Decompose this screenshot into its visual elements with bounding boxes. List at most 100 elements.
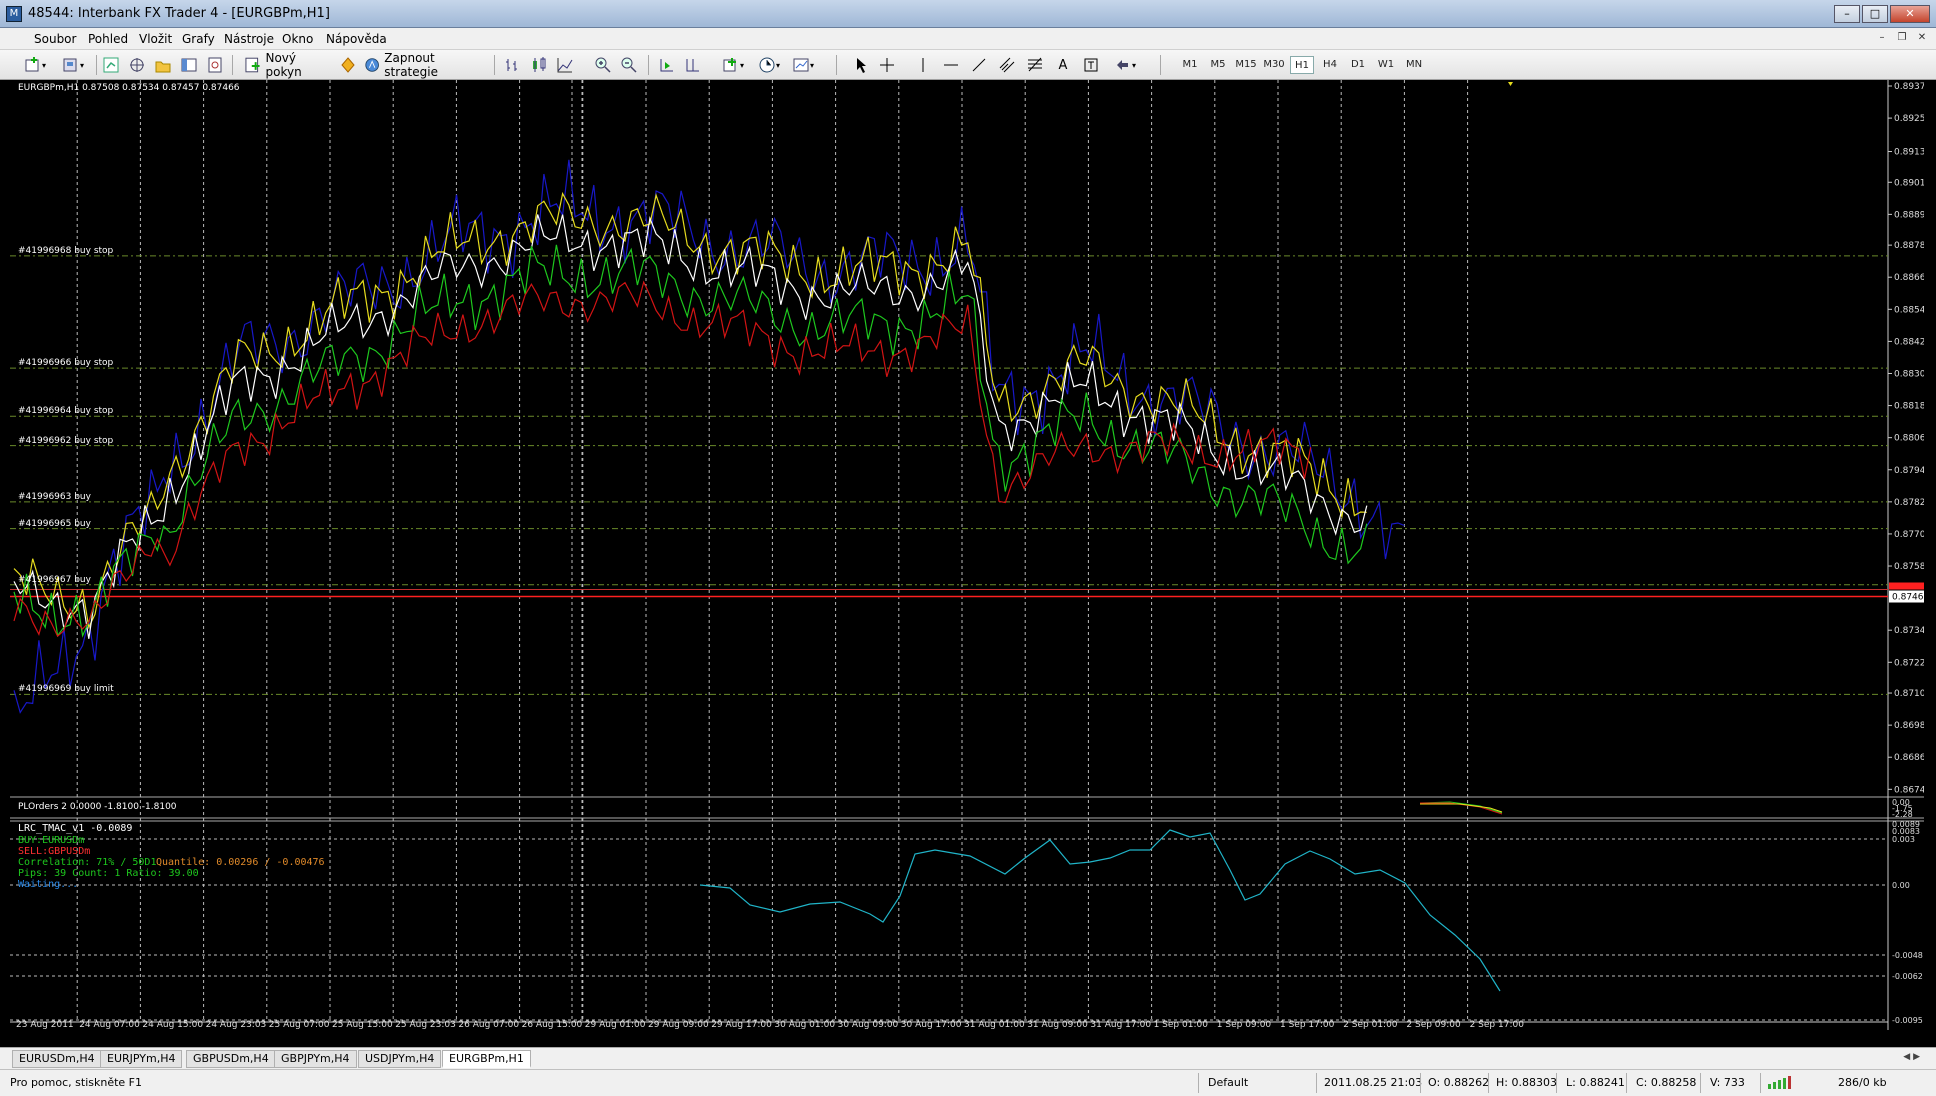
zoom-in-icon xyxy=(595,57,611,73)
templates-button[interactable]: ▾ xyxy=(788,55,818,75)
crosshair-tool-button[interactable] xyxy=(876,55,898,75)
price-axis-label: 0.87340 xyxy=(1894,626,1924,636)
metaeditor-button[interactable] xyxy=(338,55,358,75)
menu-nastroje[interactable]: Nástroje xyxy=(224,32,274,46)
new-chart-icon xyxy=(25,57,39,72)
doc-restore-button[interactable]: ❐ xyxy=(1894,31,1910,46)
tab-eurjpym-h4[interactable]: EURJPYm,H4 xyxy=(100,1050,183,1068)
connection-status-icon[interactable] xyxy=(1768,1076,1798,1089)
market-watch-button[interactable] xyxy=(100,55,122,75)
time-axis-label: 2 Sep 01:00 xyxy=(1343,1020,1398,1030)
order-label[interactable]: #41996969 buy limit xyxy=(18,684,114,694)
tab-eurgbpm-h1[interactable]: EURGBPm,H1 xyxy=(442,1050,531,1068)
navigator-icon xyxy=(130,58,144,72)
candlestick-icon xyxy=(533,57,546,72)
zoom-out-button[interactable] xyxy=(618,55,640,75)
line-chart-button[interactable] xyxy=(554,55,576,75)
price-axis-label: 0.87700 xyxy=(1894,530,1924,540)
terminal-button[interactable] xyxy=(178,55,200,75)
close-button[interactable]: ✕ xyxy=(1890,5,1930,23)
vertical-line-button[interactable] xyxy=(912,55,934,75)
doc-minimize-button[interactable]: – xyxy=(1874,31,1890,46)
time-axis-label: 23 Aug 2011 xyxy=(16,1020,74,1030)
price-axis-label: 0.89255 xyxy=(1894,114,1924,124)
order-label[interactable]: #41996963 buy xyxy=(18,492,91,502)
timeframe-m15[interactable]: M15 xyxy=(1234,56,1258,74)
indicators-button[interactable]: ▾ xyxy=(716,55,750,75)
chart-shift-button[interactable] xyxy=(682,55,704,75)
horizontal-line-button[interactable] xyxy=(940,55,962,75)
menu-vlozit[interactable]: Vložit xyxy=(139,32,172,46)
order-label[interactable]: #41996967 buy xyxy=(18,575,91,585)
tab-gbpjpym-h4[interactable]: GBPJPYm,H4 xyxy=(274,1050,357,1068)
doc-close-button[interactable]: ✕ xyxy=(1914,31,1930,46)
zoom-in-button[interactable] xyxy=(592,55,614,75)
timeframe-m1[interactable]: M1 xyxy=(1178,56,1202,74)
chart-window[interactable]: 23 Aug 2011 24 Aug 07:00 24 Aug 15:00 24 Au… xyxy=(10,80,1924,1030)
order-label[interactable]: #41996968 buy stop xyxy=(18,246,113,256)
tab-gbpusdm-h4[interactable]: GBPUSDm,H4 xyxy=(186,1050,276,1068)
order-label[interactable]: #41996965 buy xyxy=(18,519,91,529)
tab-usdjpym-h4[interactable]: USDJPYm,H4 xyxy=(358,1050,442,1068)
menu-okno[interactable]: Okno xyxy=(282,32,313,46)
title-bar: M 48544: Interbank FX Trader 4 - [EURGBP… xyxy=(0,0,1936,28)
menu-soubor[interactable]: Soubor xyxy=(34,32,76,46)
new-order-button[interactable]: Nový pokyn xyxy=(244,51,334,79)
equidistant-channel-button[interactable] xyxy=(996,55,1018,75)
menu-napoveda[interactable]: Nápověda xyxy=(326,32,387,46)
order-label[interactable]: #41996966 buy stop xyxy=(18,358,113,368)
data-window-button[interactable] xyxy=(152,55,174,75)
bar-chart-button[interactable] xyxy=(502,55,524,75)
tab-eurusdm-h4[interactable]: EURUSDm,H4 xyxy=(12,1050,102,1068)
timeframe-m30[interactable]: M30 xyxy=(1262,56,1286,74)
order-label[interactable]: #41996964 buy stop xyxy=(18,406,113,416)
time-axis-label: 1 Sep 17:00 xyxy=(1280,1020,1335,1030)
menu-bar: Soubor Pohled Vložit Grafy Nástroje Okno… xyxy=(0,28,1936,50)
timeframe-mn[interactable]: MN xyxy=(1402,56,1426,74)
trendline-button[interactable] xyxy=(968,55,990,75)
strategy-tester-button[interactable] xyxy=(204,55,226,75)
navigator-button[interactable] xyxy=(126,55,148,75)
minimize-button[interactable]: – xyxy=(1834,5,1860,23)
timeframe-h4[interactable]: H4 xyxy=(1318,56,1342,74)
timeframe-h1[interactable]: H1 xyxy=(1290,56,1314,74)
fibonacci-button[interactable] xyxy=(1024,55,1046,75)
chart-tabs: EURUSDm,H4 EURJPYm,H4 GBPUSDm,H4 GBPJPYm… xyxy=(0,1047,1936,1069)
menu-pohled[interactable]: Pohled xyxy=(88,32,128,46)
tab-scroll-arrows[interactable]: ◀ ▶ xyxy=(1903,1052,1920,1062)
time-axis-label: 29 Aug 17:00 xyxy=(711,1020,772,1030)
timeframe-m5[interactable]: M5 xyxy=(1206,56,1230,74)
bar-chart-icon xyxy=(506,59,517,71)
menu-grafy[interactable]: Grafy xyxy=(182,32,215,46)
time-axis-label: 24 Aug 23:03 xyxy=(206,1020,267,1030)
autoscroll-button[interactable] xyxy=(656,55,678,75)
cursor-icon xyxy=(857,58,866,73)
mt4-icon[interactable]: M xyxy=(6,6,22,22)
cursor-tool-button[interactable] xyxy=(850,55,872,75)
price-axis-label: 0.89375 xyxy=(1894,82,1924,92)
timeframe-d1[interactable]: D1 xyxy=(1346,56,1370,74)
candle-chart-button[interactable] xyxy=(528,55,550,75)
time-axis-label: 26 Aug 07:00 xyxy=(458,1020,519,1030)
document-controls: – ❐ ✕ xyxy=(1874,31,1930,46)
time-axis-label: 29 Aug 01:00 xyxy=(585,1020,646,1030)
arrows-button[interactable]: ▾ xyxy=(1108,55,1142,75)
profiles-button[interactable]: ▾ xyxy=(56,55,90,75)
timeframe-w1[interactable]: W1 xyxy=(1374,56,1398,74)
bar-close: C: 0.88258 xyxy=(1636,1076,1697,1089)
text-tool-button[interactable]: A xyxy=(1052,55,1074,75)
time-axis-label: 31 Aug 17:00 xyxy=(1090,1020,1151,1030)
maximize-button[interactable]: □ xyxy=(1862,5,1888,23)
time-axis-label: 29 Aug 09:00 xyxy=(648,1020,709,1030)
enable-strategies-button[interactable]: Zapnout strategie xyxy=(364,51,482,79)
price-series-line xyxy=(13,191,1367,630)
time-axis-label: 2 Sep 09:00 xyxy=(1406,1020,1461,1030)
time-axis-label: 24 Aug 07:00 xyxy=(79,1020,140,1030)
new-chart-button[interactable]: ▾ xyxy=(18,55,52,75)
text-label-icon xyxy=(1084,58,1098,72)
price-chart[interactable]: 23 Aug 2011 24 Aug 07:00 24 Aug 15:00 24 Au… xyxy=(10,80,1924,1030)
order-label[interactable]: #41996962 buy stop xyxy=(18,436,113,446)
window-controls: – □ ✕ xyxy=(1834,5,1930,23)
text-label-button[interactable] xyxy=(1080,55,1102,75)
periods-button[interactable]: ▾ xyxy=(754,55,784,75)
